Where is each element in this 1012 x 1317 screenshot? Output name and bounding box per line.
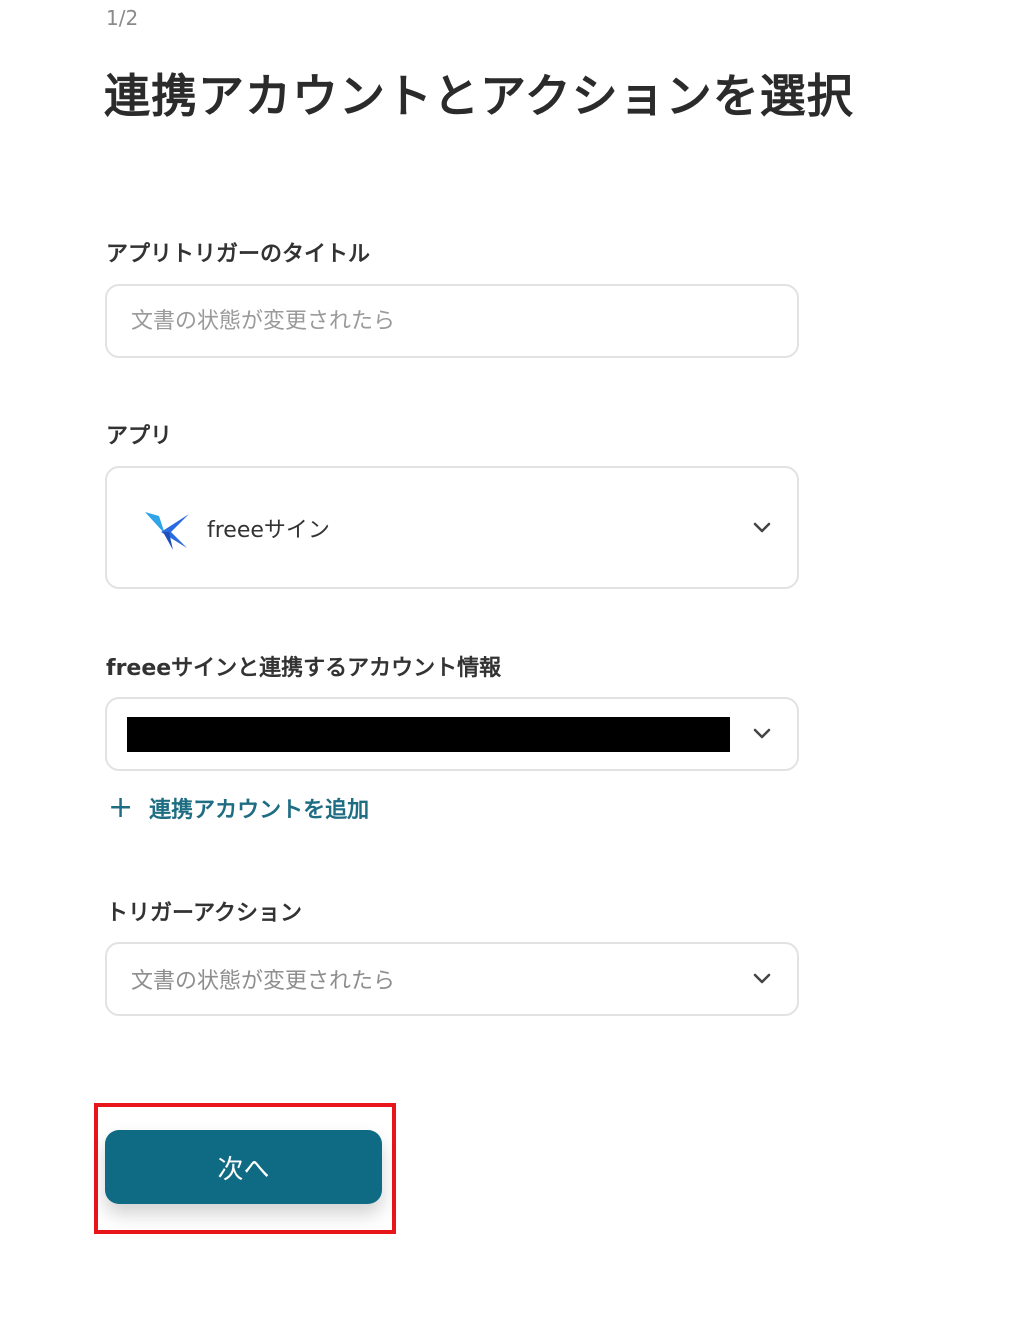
chevron-down-icon bbox=[753, 522, 771, 532]
account-select[interactable] bbox=[105, 697, 799, 771]
chevron-down-icon bbox=[753, 728, 771, 739]
chevron-down-icon bbox=[753, 973, 771, 984]
app-select[interactable]: freeeサイン bbox=[105, 466, 799, 589]
redacted-account-value bbox=[127, 717, 730, 752]
app-select-value: freeeサイン bbox=[207, 517, 330, 543]
trigger-action-value: 文書の状態が変更されたら bbox=[131, 969, 396, 994]
page: 1/2 連携アカウントとアクションを選択 アプリトリガーのタイトル アプリ fr… bbox=[0, 0, 1012, 1317]
trigger-action-select[interactable]: 文書の状態が変更されたら bbox=[105, 942, 799, 1016]
trigger-title-input[interactable] bbox=[107, 286, 797, 356]
add-account-link[interactable]: + 連携アカウントを追加 bbox=[108, 792, 369, 824]
plus-icon: + bbox=[108, 790, 134, 825]
trigger-title-field bbox=[105, 284, 799, 358]
step-indicator: 1/2 bbox=[106, 6, 139, 30]
add-account-link-label: 連携アカウントを追加 bbox=[149, 798, 370, 823]
page-title: 連携アカウントとアクションを選択 bbox=[104, 69, 854, 123]
account-label: freeeサインと連携するアカウント情報 bbox=[106, 656, 502, 681]
freee-sign-logo-icon bbox=[145, 512, 189, 550]
trigger-action-label: トリガーアクション bbox=[106, 901, 303, 926]
app-label: アプリ bbox=[106, 424, 173, 449]
next-button[interactable]: 次へ bbox=[105, 1130, 382, 1204]
trigger-title-label: アプリトリガーのタイトル bbox=[106, 242, 371, 267]
